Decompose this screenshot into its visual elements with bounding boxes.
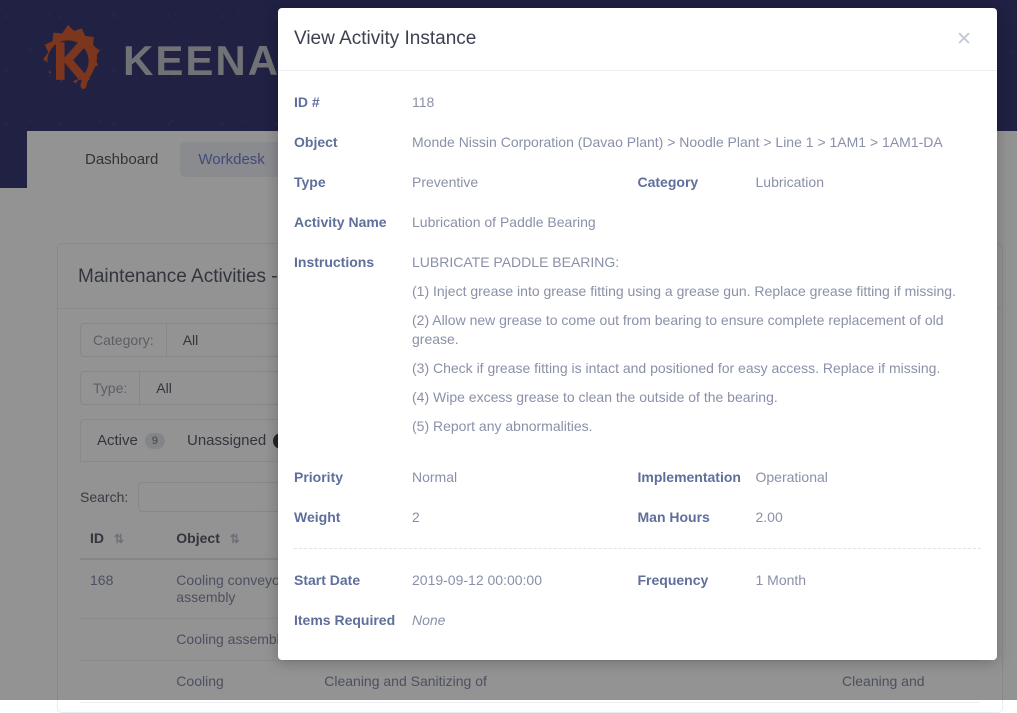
field-row-type-category: Type Preventive Category Lubrication [294, 173, 981, 192]
field-value-frequency: 1 Month [756, 571, 807, 590]
field-label-weight: Weight [294, 508, 412, 527]
field-activity-name: Activity Name Lubrication of Paddle Bear… [294, 213, 981, 232]
field-row-id: ID # 118 [294, 93, 981, 112]
modal-title: View Activity Instance [294, 28, 476, 50]
field-value-man-hours: 2.00 [756, 508, 783, 527]
instructions-step: (4) Wipe excess grease to clean the outs… [412, 388, 981, 407]
view-activity-instance-modal: View Activity Instance ✕ ID # 118 Object… [278, 8, 997, 660]
field-value-object: Monde Nissin Corporation (Davao Plant) >… [412, 133, 943, 152]
field-value-weight: 2 [412, 508, 420, 527]
field-implementation: Implementation Operational [638, 468, 982, 487]
field-label-man-hours: Man Hours [638, 508, 756, 527]
field-label-start-date: Start Date [294, 571, 412, 590]
field-row-items-required: Items Required None [294, 611, 981, 630]
field-value-items-required: None [412, 611, 445, 630]
field-label-implementation: Implementation [638, 468, 756, 487]
instructions-step: (2) Allow new grease to come out from be… [412, 311, 981, 349]
field-label-instructions: Instructions [294, 253, 412, 272]
field-row-activity-name: Activity Name Lubrication of Paddle Bear… [294, 213, 981, 232]
field-value-activity-name: Lubrication of Paddle Bearing [412, 213, 596, 232]
field-row-weight-manhours: Weight 2 Man Hours 2.00 [294, 508, 981, 527]
field-weight: Weight 2 [294, 508, 638, 527]
field-row-object: Object Monde Nissin Corporation (Davao P… [294, 133, 981, 152]
field-value-start-date: 2019-09-12 00:00:00 [412, 571, 542, 590]
field-items-required: Items Required None [294, 611, 981, 630]
instructions-step: (1) Inject grease into grease fitting us… [412, 282, 981, 301]
field-value-category: Lubrication [756, 173, 825, 192]
instructions-heading: LUBRICATE PADDLE BEARING: [412, 253, 981, 272]
close-icon[interactable]: ✕ [956, 30, 972, 49]
field-start-date: Start Date 2019-09-12 00:00:00 [294, 571, 638, 590]
field-label-priority: Priority [294, 468, 412, 487]
field-label-category: Category [638, 173, 756, 192]
field-man-hours: Man Hours 2.00 [638, 508, 982, 527]
field-value-id: 118 [412, 93, 434, 112]
instructions-step: (5) Report any abnormalities. [412, 417, 981, 436]
field-row-startdate-frequency: Start Date 2019-09-12 00:00:00 Frequency… [294, 571, 981, 590]
field-label-items-required: Items Required [294, 611, 412, 630]
field-label-id: ID # [294, 93, 412, 112]
instructions-step: (3) Check if grease fitting is intact an… [412, 359, 981, 378]
field-value-priority: Normal [412, 468, 457, 487]
instructions-body: LUBRICATE PADDLE BEARING: (1) Inject gre… [412, 253, 981, 446]
field-label-type: Type [294, 173, 412, 192]
modal-body: ID # 118 Object Monde Nissin Corporation… [278, 71, 997, 630]
field-category: Category Lubrication [638, 173, 982, 192]
field-label-object: Object [294, 133, 412, 152]
field-label-activity-name: Activity Name [294, 213, 412, 232]
modal-header: View Activity Instance ✕ [278, 8, 997, 71]
field-label-frequency: Frequency [638, 571, 756, 590]
field-row-instructions: Instructions LUBRICATE PADDLE BEARING: (… [294, 253, 981, 446]
field-frequency: Frequency 1 Month [638, 571, 982, 590]
field-value-type: Preventive [412, 173, 478, 192]
section-divider [294, 548, 981, 549]
field-id: ID # 118 [294, 93, 981, 112]
field-row-priority-implementation: Priority Normal Implementation Operation… [294, 468, 981, 487]
field-type: Type Preventive [294, 173, 638, 192]
field-instructions: Instructions LUBRICATE PADDLE BEARING: (… [294, 253, 981, 446]
field-value-implementation: Operational [756, 468, 828, 487]
field-object: Object Monde Nissin Corporation (Davao P… [294, 133, 981, 152]
field-priority: Priority Normal [294, 468, 638, 487]
